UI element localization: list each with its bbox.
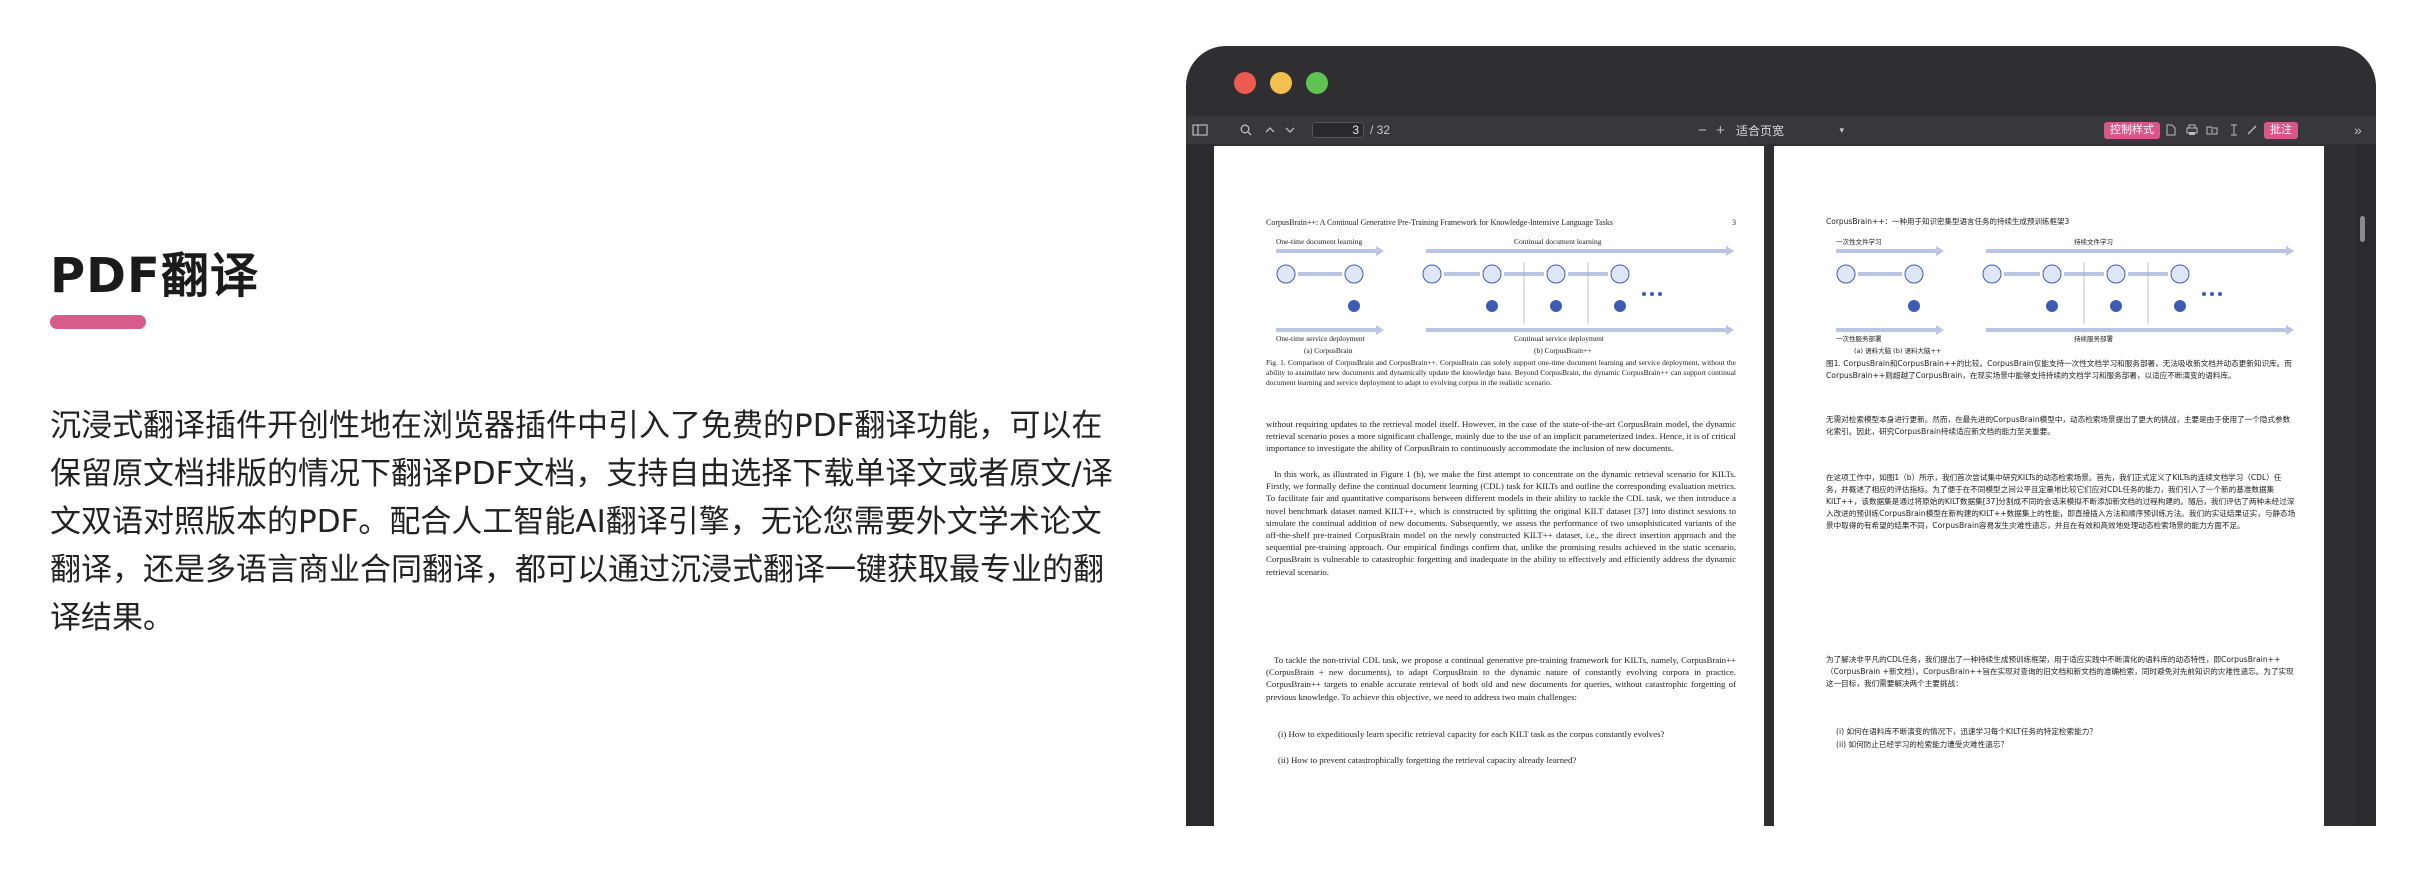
paragraph-3-translated: 为了解决非平凡的CDL任务，我们提出了一种持续生成预训练框架，用于适应实践中不断… [1826, 655, 2294, 688]
page-number: 3 [1732, 218, 1736, 227]
fig-left-bottom: One-time service deployment [1276, 334, 1365, 343]
annotate-button[interactable]: 批注 [2264, 121, 2298, 139]
save-icon[interactable] [2206, 116, 2218, 144]
search-icon[interactable] [1240, 116, 1252, 144]
fig-right-bottom-translated: 持续服务部署 [2074, 335, 2113, 343]
control-style-button[interactable]: 控制样式 [2104, 121, 2160, 139]
page-header-title: CorpusBrain++: A Continual Generative Pr… [1266, 218, 1613, 227]
viewer-side-strip [1186, 144, 1214, 826]
paragraph-3: To tackle the non-trivial CDL task, we p… [1266, 655, 1736, 702]
fig-right-bottom: Continual service deployment [1514, 334, 1604, 343]
more-tools-icon[interactable]: » [2354, 116, 2362, 144]
next-page-icon[interactable] [1284, 116, 1296, 144]
scrollbar-thumb[interactable] [2360, 216, 2365, 242]
zoom-select-value: 适合页宽 [1736, 123, 1785, 138]
pdf-toolbar: 3 / 32 − + 适合页宽 ▾ 控制样式 批注 » [1186, 116, 2376, 144]
fig-left-bottom-translated: 一次性服务部署 [1836, 335, 1882, 343]
sidebar-toggle-icon[interactable] [1192, 116, 1208, 144]
window-controls [1234, 72, 1328, 94]
pdf-page-original: CorpusBrain++: A Continual Generative Pr… [1214, 146, 1764, 826]
page-header-translated: CorpusBrain++：一种用于知识密集型语言任务的持续生成预训练框架3 [1826, 217, 2070, 226]
previous-page-icon[interactable] [1264, 116, 1276, 144]
sub-caption-translated: (a) 语料大脑 (b) 语料大脑++ [1854, 347, 1942, 355]
fig-right-title: Continual document learning [1514, 237, 1602, 246]
title-accent-bar [50, 315, 146, 329]
page-header: CorpusBrain++: A Continual Generative Pr… [1266, 218, 1736, 227]
paragraph-2-translated: 在这项工作中，如图1（b）所示，我们首次尝试集中研究KILTs的动态检索场景。首… [1826, 473, 2296, 530]
paragraph-1: without requiring updates to the retriev… [1266, 419, 1736, 454]
list-item-2-translated: (ii) 如何防止已经学习的检索能力遭受灾难性遗忘？ [1836, 740, 2009, 749]
list-item-1-translated: (i) 如何在语料库不断演变的情况下，迅速学习每个KILT任务的特定检索能力？ [1836, 727, 2097, 736]
page-total: / 32 [1370, 123, 1391, 137]
list-item-1: (i) How to expeditiously learn specific … [1278, 729, 1665, 739]
paragraph-1-translated: 无需对检索模型本身进行更新。然而，在最先进的CorpusBrain模型中，动态检… [1826, 415, 2291, 436]
page-number-input[interactable]: 3 [1312, 122, 1364, 138]
zoom-select[interactable]: 适合页宽 ▾ [1736, 116, 1844, 144]
close-window-button[interactable] [1234, 72, 1256, 94]
sub-caption-a: (a) CorpusBrain [1304, 346, 1353, 355]
figure-1-diagram [1276, 246, 1734, 335]
pdf-viewer-window: 3 / 32 − + 适合页宽 ▾ 控制样式 批注 » CorpusBrain+… [1186, 46, 2376, 826]
zoom-in-icon[interactable]: + [1716, 116, 1725, 144]
figure-caption-translated: 图1. CorpusBrain和CorpusBrain++的比较。CorpusB… [1826, 359, 2292, 380]
fig-left-title: One-time document learning [1276, 237, 1363, 246]
pdf-page-translation: CorpusBrain++：一种用于知识密集型语言任务的持续生成预训练框架3 一… [1774, 146, 2324, 826]
fig-left-title-translated: 一次性文件学习 [1836, 238, 1882, 246]
figure-caption: Fig. 1. Comparison of CorpusBrain and Co… [1266, 358, 1736, 387]
draw-icon[interactable] [2246, 116, 2258, 144]
figure-1-diagram-translated [1836, 246, 2294, 335]
paragraph-2: In this work, as illustrated in Figure 1… [1266, 469, 1736, 577]
text-cursor-icon[interactable] [2230, 116, 2238, 144]
document-icon[interactable] [2166, 116, 2176, 144]
chevron-down-icon: ▾ [1839, 124, 1844, 135]
print-icon[interactable] [2186, 116, 2198, 144]
feature-title: PDF翻译 [50, 248, 259, 304]
sub-caption-b: (b) CorpusBrain++ [1534, 346, 1592, 355]
feature-description: 沉浸式翻译插件开创性地在浏览器插件中引入了免费的PDF翻译功能，可以在保留原文档… [50, 408, 1113, 636]
zoom-out-icon[interactable]: − [1698, 116, 1707, 144]
scrollbar-track[interactable] [2356, 144, 2376, 826]
maximize-window-button[interactable] [1306, 72, 1328, 94]
list-item-2: (ii) How to prevent catastrophically for… [1278, 755, 1577, 765]
fig-right-title-translated: 持续文件学习 [2074, 238, 2113, 246]
minimize-window-button[interactable] [1270, 72, 1292, 94]
